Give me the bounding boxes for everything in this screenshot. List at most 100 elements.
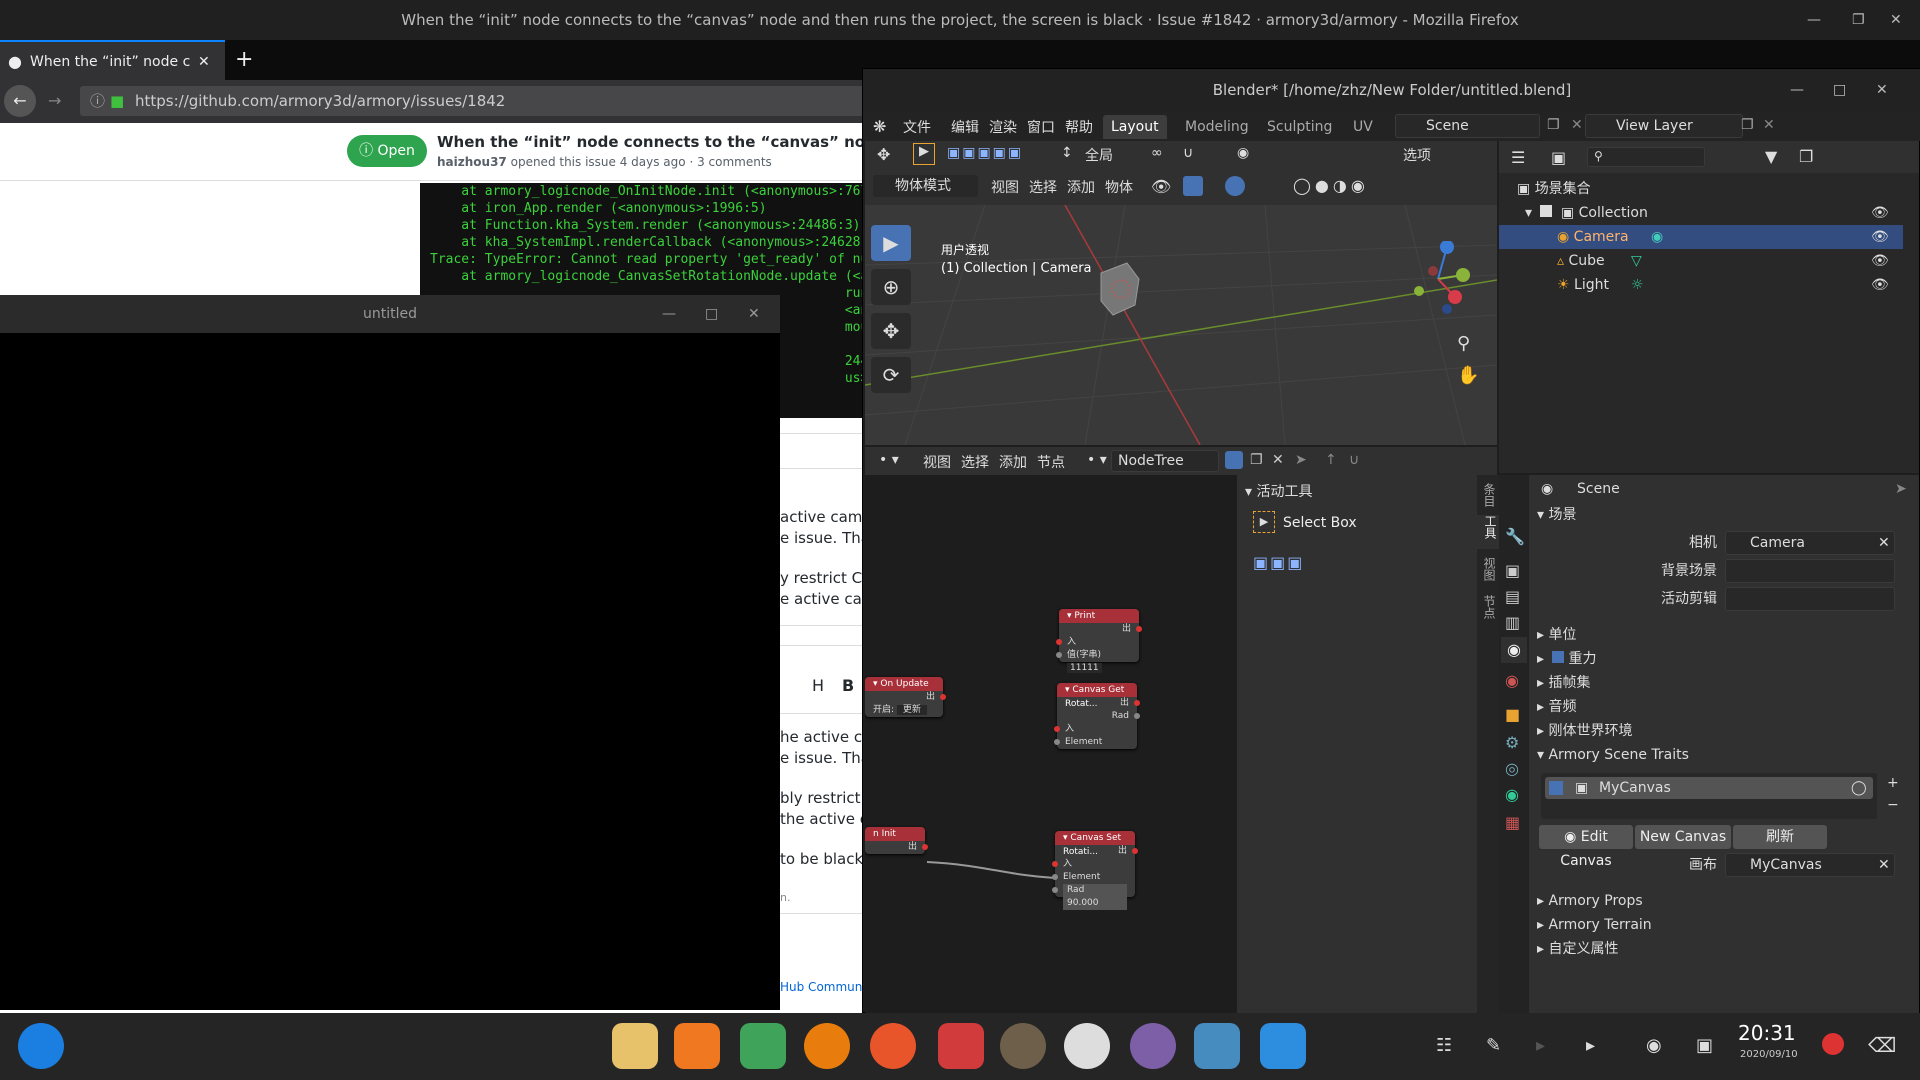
issue-author[interactable]: haizhou37: [437, 155, 507, 169]
node-canvas[interactable]: ▾ Print 出 入 值(字串) 11111 ▾ On Update 出 开启…: [865, 475, 1237, 1073]
pin-icon[interactable]: ➤: [1295, 452, 1307, 468]
overlay-toggle-icon[interactable]: [1225, 176, 1245, 196]
url-bar[interactable]: ⓘ ■ https://github.com/armory3d/armory/i…: [80, 86, 870, 116]
fake-user-icon[interactable]: [1225, 451, 1243, 469]
select-tool-icon[interactable]: ▶: [913, 143, 935, 165]
element-socket[interactable]: [1052, 874, 1058, 880]
clear-icon[interactable]: ✕: [1878, 532, 1890, 554]
display-mode-icon[interactable]: ▣: [1551, 148, 1566, 167]
vp-menu-select[interactable]: 选择: [1029, 177, 1057, 197]
add-trait-button[interactable]: +: [1887, 775, 1899, 791]
new-view-layer-icon[interactable]: ❐: [1741, 117, 1754, 133]
power-icon[interactable]: [1822, 1033, 1844, 1055]
unlink-icon[interactable]: ✕: [1272, 452, 1284, 468]
visibility-icon[interactable]: 👁: [1151, 177, 1171, 196]
tab-view[interactable]: 视图: [1481, 557, 1498, 581]
on-update-node[interactable]: ▾ On Update 出 开启: 更新: [865, 677, 946, 717]
keying-sets-panel[interactable]: ▸ 插帧集: [1537, 671, 1907, 695]
refresh-button[interactable]: 刷新: [1733, 825, 1827, 849]
menu-help[interactable]: 帮助: [1065, 117, 1093, 137]
close-icon[interactable]: ✕: [1876, 69, 1888, 111]
value-field[interactable]: 11111: [1067, 663, 1102, 673]
godot-icon[interactable]: [1194, 1023, 1240, 1069]
canvas-field[interactable]: MyCanvas ✕: [1725, 853, 1895, 877]
new-canvas-button[interactable]: New Canvas: [1635, 825, 1731, 849]
output-socket[interactable]: [1134, 700, 1140, 706]
eye-icon[interactable]: 👁: [1871, 249, 1889, 273]
keyboard-icon[interactable]: ☷: [1436, 1035, 1452, 1056]
editor-type-icon[interactable]: ✥: [877, 145, 890, 164]
proportional-edit-icon[interactable]: ◉: [1237, 145, 1249, 161]
text-editor-icon[interactable]: [1130, 1023, 1176, 1069]
canvas-get-rotation-node[interactable]: ▾ Canvas Get Rotat... 出 Rad 入 Element: [1054, 683, 1140, 749]
copy-icon[interactable]: ❐: [1250, 452, 1263, 468]
scene-selector[interactable]: Scene: [1395, 114, 1540, 138]
file-manager-icon[interactable]: [612, 1023, 658, 1069]
input-socket[interactable]: [1052, 861, 1058, 867]
custom-props-panel[interactable]: ▸ 自定义属性: [1537, 937, 1907, 961]
rigidbody-panel[interactable]: ▸ 刚体世界环境: [1537, 719, 1907, 743]
input-socket[interactable]: [1056, 639, 1062, 645]
element-socket[interactable]: [1054, 739, 1060, 745]
eye-icon[interactable]: 👁: [1871, 225, 1889, 249]
tab-sculpting[interactable]: Sculpting: [1259, 115, 1340, 139]
rad-socket[interactable]: [1134, 713, 1140, 719]
cursor-tool[interactable]: ⊕: [871, 269, 911, 305]
physics-tab-icon[interactable]: ◎: [1505, 759, 1519, 778]
tab-uv[interactable]: UV: [1345, 115, 1381, 139]
minimize-icon[interactable]: —: [1790, 69, 1804, 111]
snap-icon[interactable]: ∞: [1151, 145, 1163, 161]
navigation-gizmo[interactable]: [1403, 241, 1473, 321]
back-button[interactable]: ←: [4, 85, 36, 117]
ne-menu-add[interactable]: 添加: [999, 452, 1027, 472]
new-collection-icon[interactable]: ❐: [1799, 147, 1813, 166]
select-mode-icons[interactable]: ▣▣▣▣▣: [947, 145, 1023, 161]
menu-window[interactable]: 窗口: [1027, 117, 1055, 137]
vp-menu-view[interactable]: 视图: [991, 177, 1019, 197]
options-dropdown[interactable]: 选项: [1403, 145, 1431, 165]
clip-field[interactable]: [1725, 587, 1895, 611]
gimp-icon[interactable]: [1000, 1023, 1046, 1069]
bg-scene-field[interactable]: [1725, 559, 1895, 583]
audio-panel[interactable]: ▸ 音频: [1537, 695, 1907, 719]
info-icon[interactable]: ⓘ: [90, 86, 105, 116]
new-scene-icon[interactable]: ❐: [1547, 117, 1560, 133]
transform-orientation[interactable]: 全局: [1085, 145, 1113, 165]
view-layer-tab-icon[interactable]: ▥: [1505, 613, 1520, 632]
firefox-icon[interactable]: [870, 1023, 916, 1069]
active-tool-row[interactable]: ▶ Select Box: [1249, 503, 1471, 543]
editor-type-icon[interactable]: ☰: [1511, 148, 1525, 167]
3d-viewport[interactable]: ▶ ⊕ ✥ ⟳ 用户透视 (1) Collection | Camera ⚲ ✋: [865, 205, 1497, 445]
gravity-panel[interactable]: ▸ 重力: [1537, 647, 1907, 671]
input-socket[interactable]: [1054, 726, 1060, 732]
gizmo-toggle-icon[interactable]: [1183, 176, 1203, 196]
minimize-icon[interactable]: —: [662, 295, 676, 333]
tab-tool[interactable]: 工具: [1477, 515, 1499, 549]
trash-icon[interactable]: ⌫: [1868, 1033, 1896, 1057]
vp-menu-object[interactable]: 物体: [1105, 177, 1133, 197]
modifier-tab-icon[interactable]: ⚙: [1505, 733, 1519, 752]
app-store-icon[interactable]: [674, 1023, 720, 1069]
zoom-icon[interactable]: ⚲: [1457, 333, 1470, 354]
minimize-icon[interactable]: —: [1807, 0, 1821, 40]
edit-canvas-button[interactable]: ◉ Edit Canvas: [1539, 825, 1633, 869]
scene-panel-header[interactable]: ▾ 场景: [1537, 503, 1907, 527]
rad-field[interactable]: Rad 90.000: [1063, 884, 1127, 910]
maximize-icon[interactable]: ❐: [1852, 0, 1865, 40]
launcher-icon[interactable]: [18, 1023, 64, 1069]
rad-socket[interactable]: [1052, 887, 1058, 893]
krita-icon[interactable]: [1064, 1023, 1110, 1069]
outliner-item-cube[interactable]: ▵ Cube ▽ 👁: [1499, 249, 1903, 273]
transform-pivot-icon[interactable]: ↕: [1061, 145, 1073, 161]
outliner-search[interactable]: ⚲: [1587, 147, 1705, 167]
output-socket[interactable]: [940, 694, 946, 700]
clock-date[interactable]: 2020/09/10: [1740, 1049, 1798, 1060]
menu-render[interactable]: 渲染: [989, 117, 1017, 137]
print-node[interactable]: ▾ Print 出 入 值(字串) 11111: [1056, 609, 1142, 673]
outliner-item-camera[interactable]: ◉ Camera ◉ 👁: [1499, 225, 1903, 249]
pin-icon[interactable]: ➤: [1895, 475, 1907, 503]
pen-icon[interactable]: ✎: [1486, 1035, 1501, 1056]
node-tree-selector[interactable]: NodeTree: [1111, 450, 1219, 472]
maximize-icon[interactable]: □: [1833, 69, 1846, 111]
shading-mode-icons[interactable]: ◯●◑◉: [1293, 176, 1369, 195]
